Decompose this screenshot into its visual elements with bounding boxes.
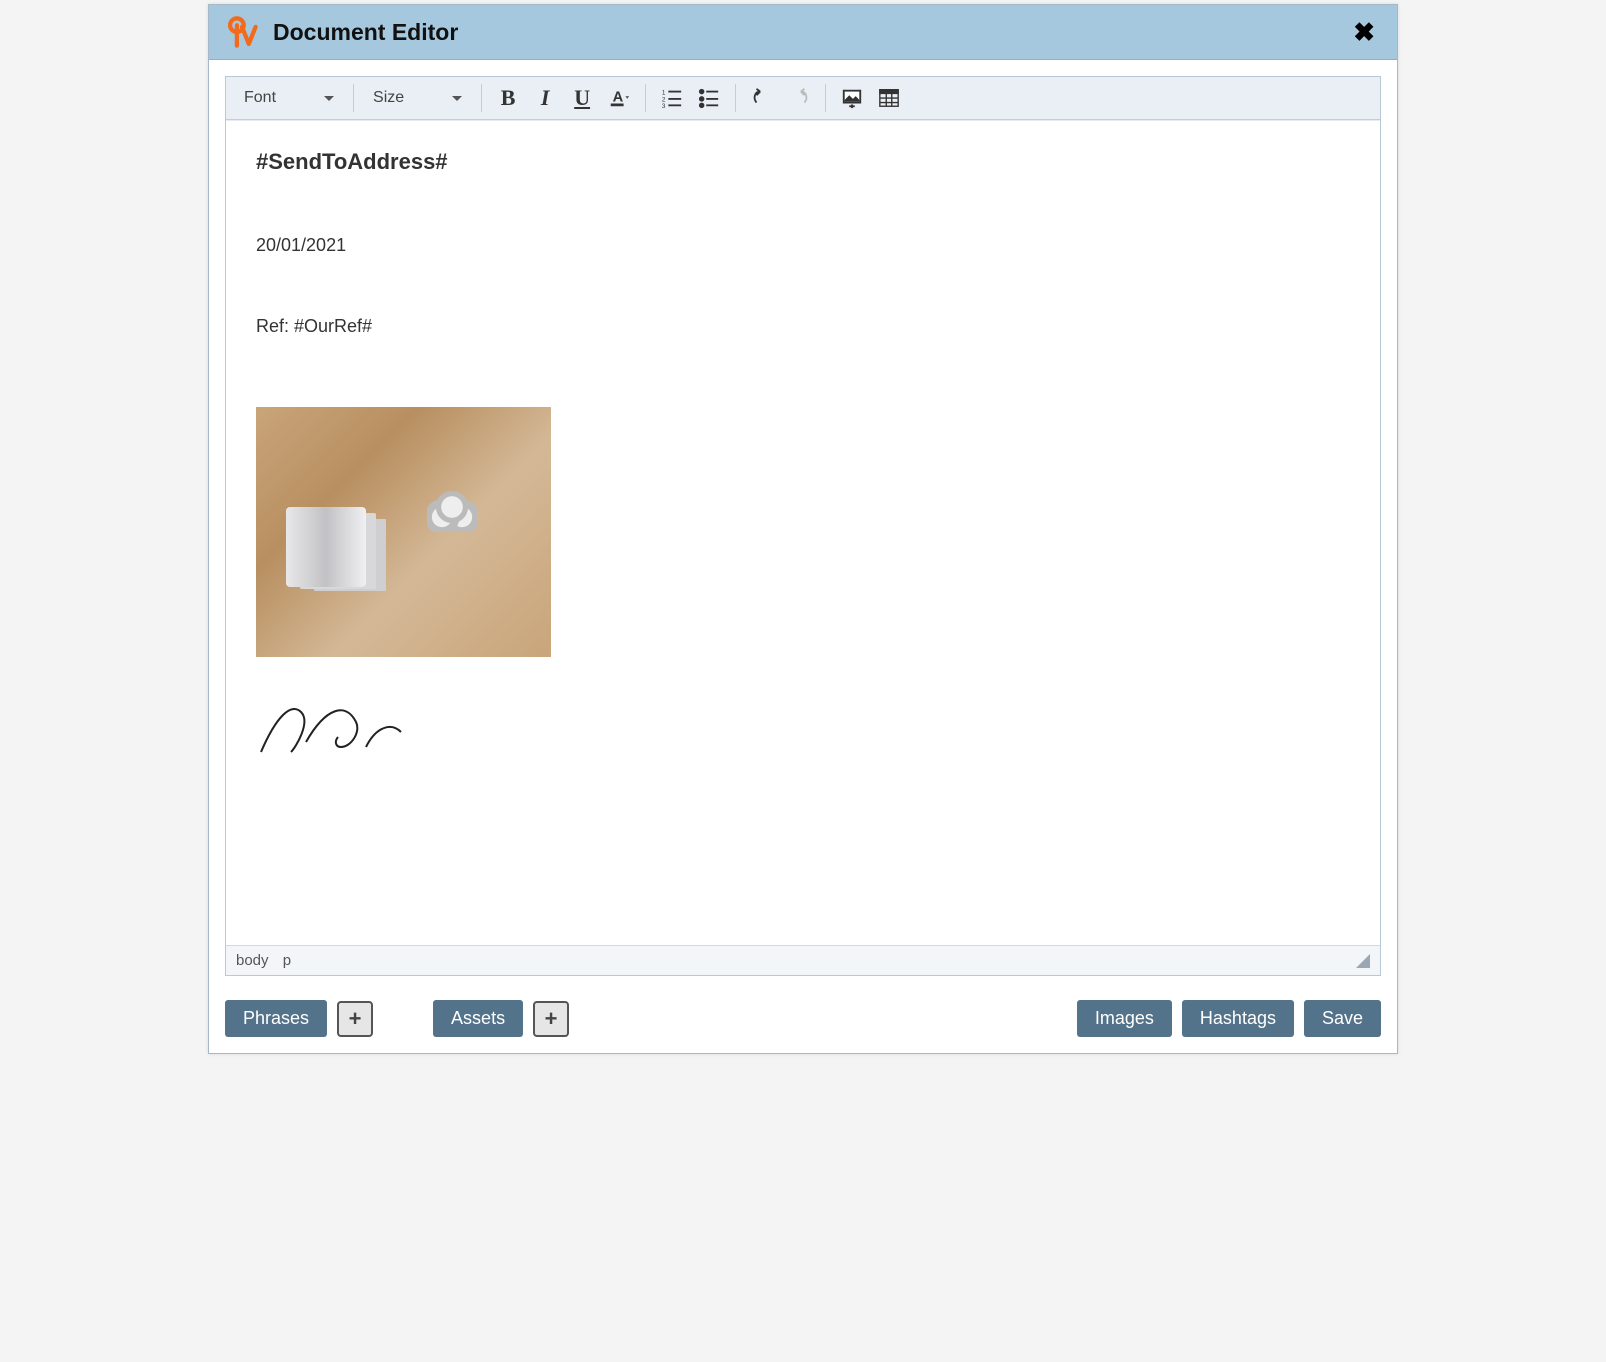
add-phrase-button[interactable]: + [337,1001,373,1037]
phrases-button[interactable]: Phrases [225,1000,327,1037]
resize-grip-icon[interactable] [1356,954,1370,968]
titlebar: Document Editor ✖ [209,5,1397,60]
svg-text:3: 3 [662,103,666,109]
plus-icon: + [349,1006,362,1032]
embedded-image[interactable] [256,407,551,657]
save-button[interactable]: Save [1304,1000,1381,1037]
close-icon[interactable]: ✖ [1347,17,1381,48]
path-segment-p[interactable]: p [283,952,291,969]
editor-content[interactable]: #SendToAddress# 20/01/2021 Ref: #OurRef# [226,121,1380,841]
redo-button[interactable] [782,83,816,113]
separator [825,84,826,112]
size-combo-label: Size [373,89,404,107]
font-combo[interactable]: Font [234,83,344,113]
address-placeholder[interactable]: #SendToAddress# [256,149,1350,175]
ref-text[interactable]: Ref: #OurRef# [256,316,1350,337]
separator [645,84,646,112]
add-asset-button[interactable]: + [533,1001,569,1037]
text-color-button[interactable]: A [602,83,636,113]
bullet-list-button[interactable] [692,83,726,113]
editor-frame: Font Size B I U A 123 [225,76,1381,976]
chevron-down-icon [324,96,334,101]
svg-text:1: 1 [662,89,666,96]
element-path[interactable]: body p [236,952,301,969]
assets-button[interactable]: Assets [433,1000,523,1037]
app-logo [225,15,259,49]
separator [735,84,736,112]
date-text[interactable]: 20/01/2021 [256,235,1350,256]
plus-icon: + [545,1006,558,1032]
path-segment-body[interactable]: body [236,952,269,969]
signature-image[interactable] [256,697,1350,762]
images-button[interactable]: Images [1077,1000,1172,1037]
editor-window: Document Editor ✖ Font Size B I U A 123 [208,4,1398,1054]
insert-table-button[interactable] [872,83,906,113]
status-bar: body p [226,945,1380,975]
separator [481,84,482,112]
editor-body[interactable]: #SendToAddress# 20/01/2021 Ref: #OurRef# [226,120,1380,945]
bold-button[interactable]: B [491,83,525,113]
undo-button[interactable] [745,83,779,113]
italic-button[interactable]: I [528,83,562,113]
font-combo-label: Font [244,89,276,107]
footer-bar: Phrases + Assets + Images Hashtags Save [209,992,1397,1053]
underline-button[interactable]: U [565,83,599,113]
svg-text:A: A [613,90,624,106]
chevron-down-icon [452,96,462,101]
separator [353,84,354,112]
editor-toolbar: Font Size B I U A 123 [226,77,1380,120]
hashtags-button[interactable]: Hashtags [1182,1000,1294,1037]
insert-image-button[interactable] [835,83,869,113]
window-title: Document Editor [273,19,1347,46]
size-combo[interactable]: Size [363,83,472,113]
numbered-list-button[interactable]: 123 [655,83,689,113]
